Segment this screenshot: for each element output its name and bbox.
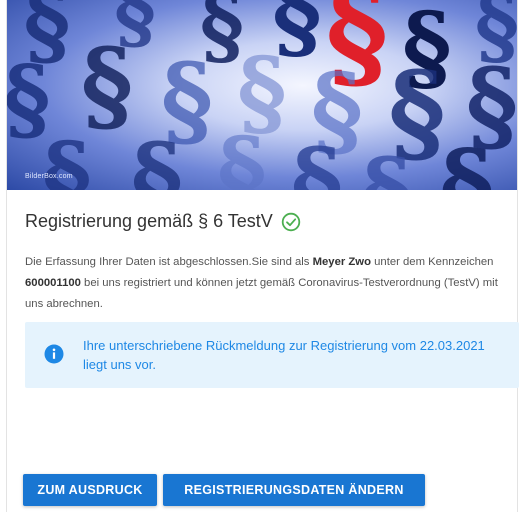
print-button[interactable]: ZUM AUSDRUCK	[23, 474, 157, 506]
registration-card: § § § § § § § § § § § § § § § § § § § Bi…	[6, 0, 519, 512]
title-row: Registrierung gemäß § 6 TestV	[25, 211, 301, 232]
registration-description: Die Erfassung Ihrer Daten ist abgeschlos…	[25, 252, 509, 315]
paragraph-pattern-image: § § § § § § § § § § § § § § § § § § §	[7, 0, 517, 190]
svg-text:§: §	[440, 126, 495, 190]
svg-text:§: §	[217, 117, 267, 190]
info-notice: Ihre unterschriebene Rückmeldung zur Reg…	[25, 322, 519, 388]
svg-text:§: §	[291, 126, 343, 190]
edit-registration-button[interactable]: REGISTRIERUNGSDATEN ÄNDERN	[163, 474, 425, 506]
desc-text-2: unter dem Kennzeichen	[370, 256, 494, 268]
svg-text:§: §	[131, 121, 183, 190]
info-icon	[44, 344, 64, 364]
check-circle-icon	[281, 212, 301, 232]
notice-text: Ihre unterschriebene Rückmeldung zur Reg…	[83, 338, 485, 372]
hero-watermark: BilderBox.com	[25, 173, 73, 180]
svg-text:§: §	[361, 136, 413, 190]
hero-image: § § § § § § § § § § § § § § § § § § § Bi…	[7, 0, 517, 190]
registrant-name: Meyer Zwo	[312, 256, 371, 268]
registration-id: 600001100	[25, 277, 81, 289]
desc-text-3: bei uns registriert und können jetzt gem…	[25, 277, 498, 310]
page-title: Registrierung gemäß § 6 TestV	[25, 211, 273, 231]
desc-text-1: Die Erfassung Ihrer Daten ist abgeschlos…	[25, 256, 313, 268]
